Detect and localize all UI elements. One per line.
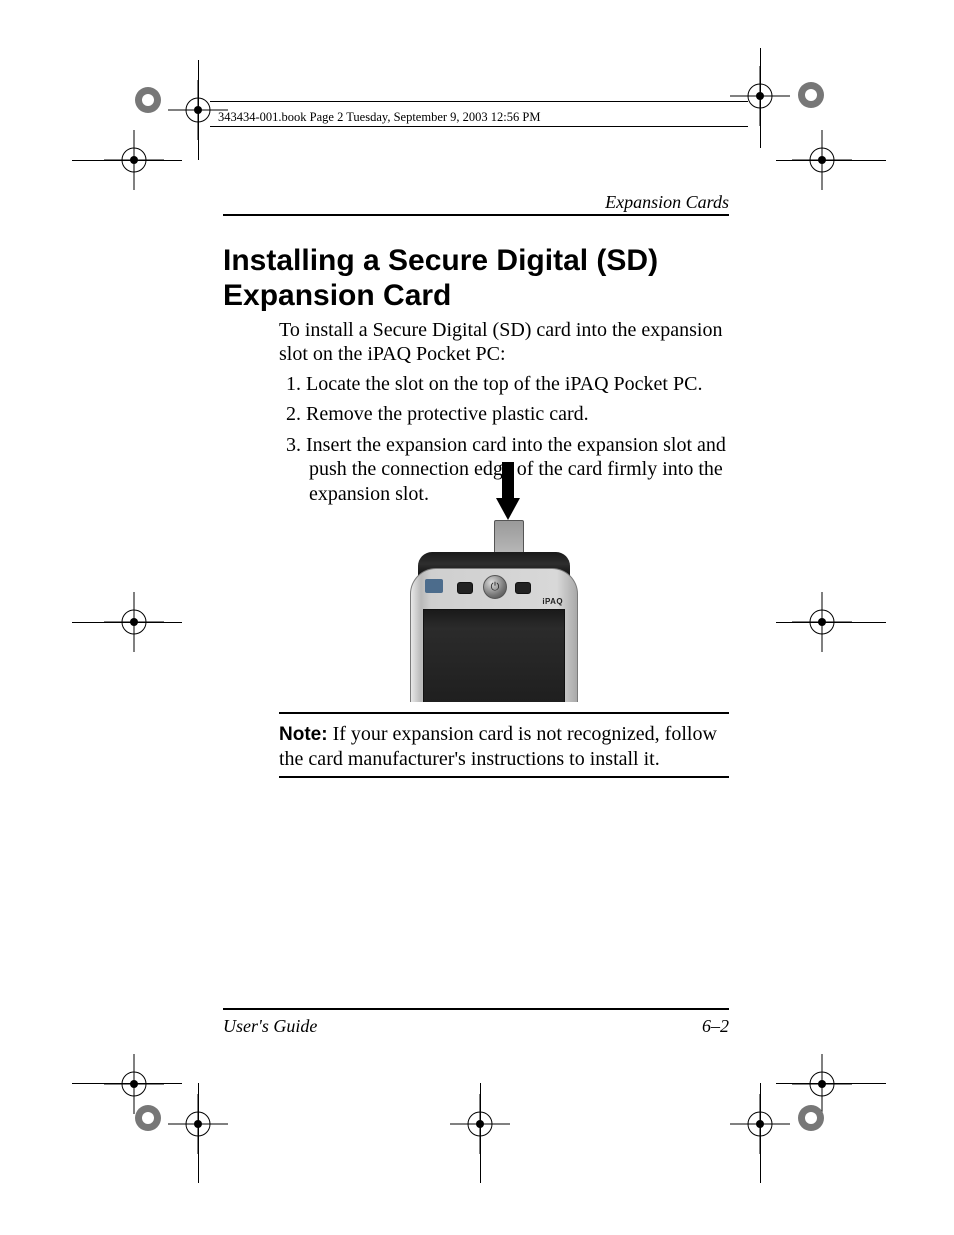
registration-gear-icon bbox=[133, 85, 163, 115]
crop-line bbox=[198, 60, 199, 160]
device-button bbox=[515, 582, 531, 594]
note-body: If your expansion card is not recognized… bbox=[279, 723, 717, 770]
crop-line bbox=[480, 1083, 481, 1183]
note-rule-top bbox=[279, 712, 729, 714]
crop-line bbox=[760, 48, 761, 148]
crop-line bbox=[760, 1083, 761, 1183]
footer-left: User's Guide bbox=[223, 1016, 317, 1037]
device-illustration: ⏻ iPAQ bbox=[400, 462, 570, 702]
crop-line bbox=[72, 622, 182, 623]
device-screen bbox=[423, 609, 565, 702]
note-rule-bottom bbox=[279, 776, 729, 778]
print-header-rule-top bbox=[210, 101, 748, 102]
hp-logo-icon bbox=[425, 579, 443, 593]
print-header-rule-bottom bbox=[210, 126, 748, 127]
registration-gear-icon bbox=[796, 80, 826, 110]
intro-paragraph: To install a Secure Digital (SD) card in… bbox=[279, 318, 729, 367]
step-text: Locate the slot on the top of the iPAQ P… bbox=[306, 373, 702, 395]
registration-gear-icon bbox=[133, 1103, 163, 1133]
device-button bbox=[457, 582, 473, 594]
print-header: 343434-001.book Page 2 Tuesday, Septembe… bbox=[218, 110, 540, 125]
note-label: Note: bbox=[279, 724, 328, 745]
running-header-rule bbox=[223, 214, 729, 216]
running-header: Expansion Cards bbox=[605, 192, 729, 213]
crop-line bbox=[776, 160, 886, 161]
crop-line bbox=[776, 622, 886, 623]
device-brand-label: iPAQ bbox=[542, 597, 563, 606]
power-button-icon: ⏻ bbox=[483, 575, 507, 599]
footer-right: 6–2 bbox=[702, 1016, 729, 1037]
note-paragraph: Note: If your expansion card is not reco… bbox=[279, 722, 729, 772]
device-body: ⏻ iPAQ bbox=[410, 568, 578, 702]
page: 343434-001.book Page 2 Tuesday, Septembe… bbox=[0, 0, 954, 1235]
power-glyph: ⏻ bbox=[491, 581, 500, 594]
crop-line bbox=[776, 1083, 886, 1084]
crop-line bbox=[198, 1083, 199, 1183]
insert-arrow-icon bbox=[496, 462, 520, 522]
footer-rule bbox=[223, 1008, 729, 1010]
registration-gear-icon bbox=[796, 1103, 826, 1133]
step-text: Remove the protective plastic card. bbox=[306, 403, 589, 425]
crop-line bbox=[72, 160, 182, 161]
step-item: 2. Remove the protective plastic card. bbox=[279, 402, 729, 426]
crop-line bbox=[72, 1083, 182, 1084]
section-heading: Installing a Secure Digital (SD) Expansi… bbox=[223, 243, 729, 314]
step-item: 1. Locate the slot on the top of the iPA… bbox=[279, 372, 729, 396]
